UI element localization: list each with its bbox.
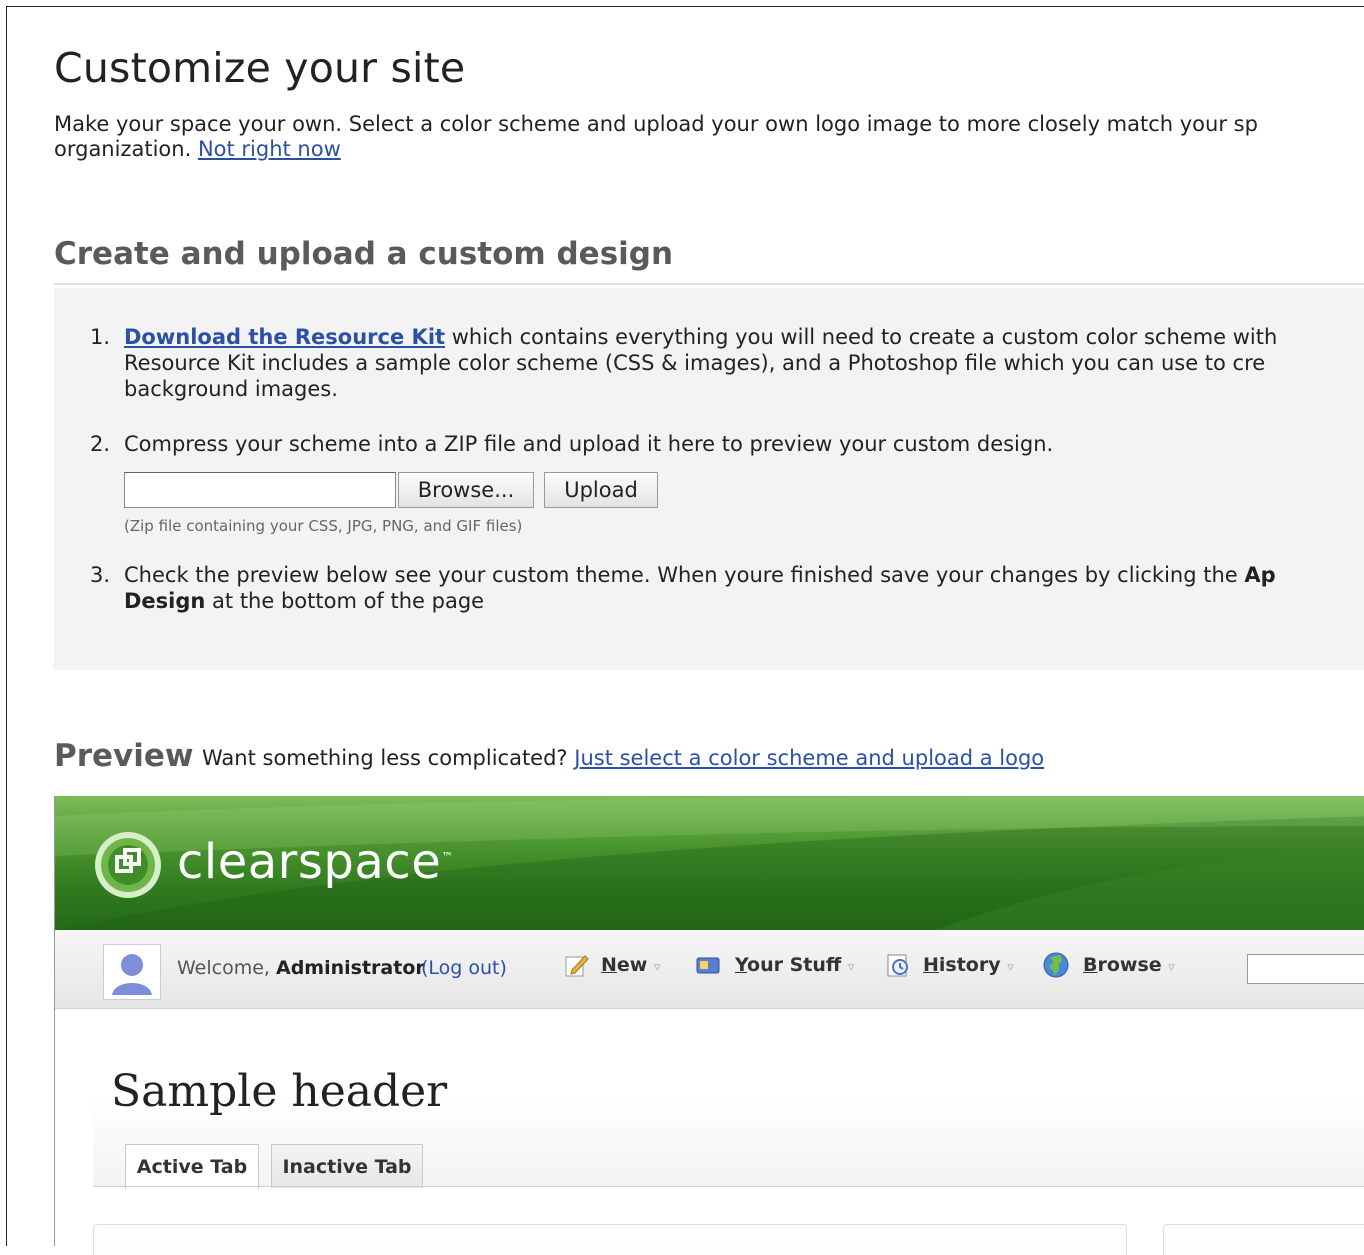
welcome-text: Welcome, Administrator [177, 957, 425, 979]
welcome-username: Administrator [276, 957, 425, 979]
menu-history-accesskey: H [923, 954, 939, 976]
logo-trademark: ™ [441, 850, 454, 864]
page-title: Customize your site [54, 44, 466, 92]
intro-text: Make your space your own. Select a color… [54, 112, 1364, 162]
your-stuff-icon [696, 957, 720, 974]
preview-banner: clearspace™ [55, 796, 1364, 930]
menu-your-stuff-label: our Stuff [747, 954, 842, 976]
chevron-down-icon: ▿ [1168, 960, 1175, 975]
logout-link[interactable]: (Log out) [421, 957, 507, 979]
tab-active[interactable]: Active Tab [125, 1144, 259, 1189]
menu-history-label: istory [938, 954, 1001, 976]
step-3-line-1: Check the preview below see your custom … [124, 563, 1245, 587]
step-2-number: 2. [90, 432, 111, 456]
tab-inactive[interactable]: Inactive Tab [271, 1144, 423, 1188]
preview-subtext: Want something less complicated? Just se… [202, 746, 1044, 770]
preview-heading: Preview [54, 738, 194, 774]
welcome-prefix: Welcome, [177, 957, 276, 979]
user-bar: Welcome, Administrator (Log out) New ▿ Y… [55, 930, 1364, 1009]
chevron-down-icon: ▿ [1007, 960, 1014, 975]
new-document-icon [565, 955, 589, 977]
browse-button[interactable]: Browse... [398, 472, 534, 508]
search-input[interactable] [1247, 954, 1364, 984]
menu-new[interactable]: New ▿ [601, 954, 661, 976]
menu-browse-label: rowse [1097, 954, 1162, 976]
step-1-line-1: which contains everything you will need … [445, 325, 1278, 349]
custom-design-heading: Create and upload a custom design [54, 236, 674, 272]
tabs-divider [93, 1186, 1364, 1187]
step-1-line-3: background images. [124, 377, 338, 401]
upload-hint: (Zip file containing your CSS, JPG, PNG,… [124, 517, 523, 535]
not-right-now-link[interactable]: Not right now [198, 137, 341, 161]
user-silhouette-icon [112, 954, 152, 995]
browse-globe-icon [1043, 952, 1069, 978]
history-icon [887, 954, 908, 977]
section-divider [54, 283, 1364, 285]
intro-line-1: Make your space your own. Select a color… [54, 112, 1258, 136]
menu-your-stuff[interactable]: Your Stuff ▿ [735, 954, 854, 976]
step-1-line-2: Resource Kit includes a sample color sch… [124, 351, 1266, 375]
step-2-text: Compress your scheme into a ZIP file and… [124, 432, 1054, 456]
step-3-number: 3. [90, 563, 111, 587]
menu-browse[interactable]: Browse ▿ [1083, 954, 1175, 976]
clearspace-logo-icon [95, 832, 161, 898]
steps-panel: 1. Download the Resource Kit which conta… [54, 288, 1364, 670]
preview-subtext-label: Want something less complicated? [202, 746, 575, 770]
step-3-line-2: at the bottom of the page [205, 589, 485, 613]
logo-text: clearspace [177, 834, 442, 890]
apply-design-ref-part-1: Ap [1244, 563, 1276, 587]
sample-header: Sample header [111, 1066, 448, 1117]
content-panel-main [93, 1224, 1127, 1255]
menu-history[interactable]: History ▿ [923, 954, 1014, 976]
chevron-down-icon: ▿ [847, 960, 855, 975]
upload-button[interactable]: Upload [544, 472, 658, 508]
menu-browse-accesskey: B [1083, 954, 1098, 976]
file-path-input[interactable] [124, 472, 396, 508]
logo-wordmark: clearspace™ [177, 834, 454, 890]
apply-design-ref-part-2: Design [124, 589, 206, 613]
download-resource-kit-link[interactable]: Download the Resource Kit [124, 325, 445, 349]
intro-line-2: organization. [54, 137, 192, 161]
step-1-number: 1. [90, 325, 111, 349]
content-panel-side [1163, 1224, 1364, 1255]
simple-scheme-link[interactable]: Just select a color scheme and upload a … [574, 746, 1044, 770]
theme-preview: clearspace™ Welcome, Administrator (Log … [54, 796, 1364, 1255]
chevron-down-icon: ▿ [653, 960, 661, 975]
avatar[interactable] [103, 944, 161, 1000]
menu-new-label: ew [616, 954, 648, 976]
menu-new-accesskey: N [601, 954, 617, 976]
menu-your-stuff-accesskey: Y [735, 954, 748, 976]
